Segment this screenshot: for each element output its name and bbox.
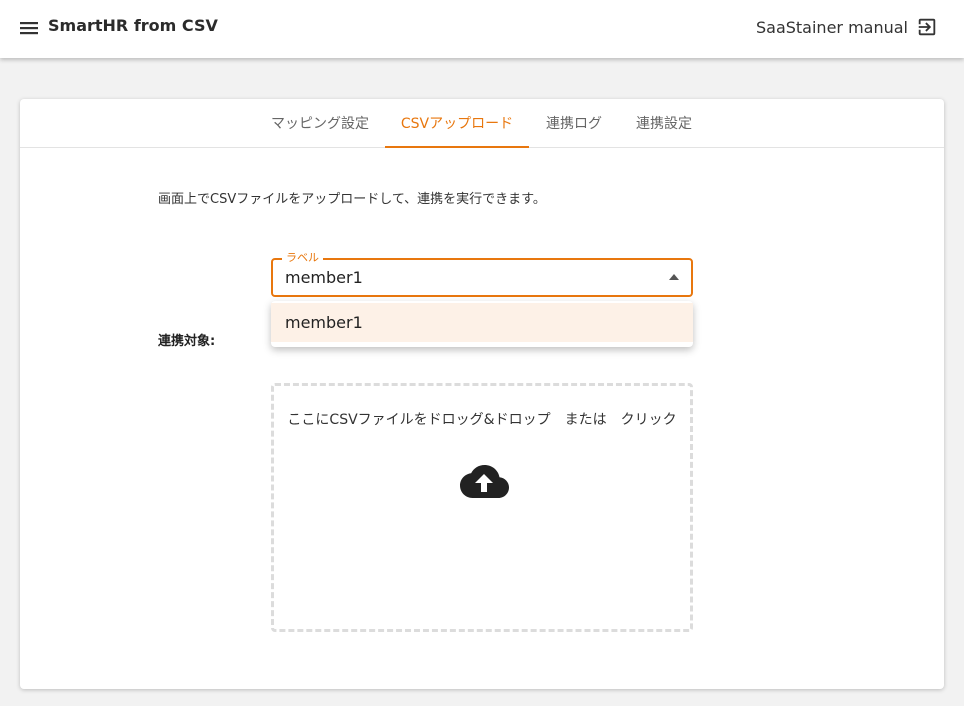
arrow-up-icon: [669, 274, 679, 280]
main-card: マッピング設定 CSVアップロード 連携ログ 連携設定 画面上でCSVファイルを…: [20, 99, 944, 689]
tab-bar: マッピング設定 CSVアップロード 連携ログ 連携設定: [20, 99, 944, 148]
menu-button[interactable]: [14, 14, 44, 42]
menu-icon: [20, 22, 38, 35]
select-label: ラベル: [282, 251, 323, 265]
page-description: 画面上でCSVファイルをアップロードして、連携を実行できます。: [158, 192, 546, 207]
sync-target-select[interactable]: ラベル member1: [271, 251, 693, 297]
tab-mapping-settings[interactable]: マッピング設定: [256, 99, 384, 147]
tab-sync-settings[interactable]: 連携設定: [620, 99, 708, 147]
tab-csv-upload[interactable]: CSVアップロード: [385, 99, 529, 148]
csv-drop-zone[interactable]: ここにCSVファイルをドロッグ&ドロップ または クリック: [271, 383, 693, 632]
drop-zone-instructions: ここにCSVファイルをドロッグ&ドロップ または クリック: [287, 412, 677, 428]
app-bar: SmartHR from CSV SaaStainer manual: [0, 0, 964, 58]
cloud-upload-icon: [460, 465, 509, 498]
exit-to-app-icon: [918, 18, 936, 36]
app-title: SmartHR from CSV: [48, 16, 218, 35]
select-dropdown-menu: member1: [271, 301, 693, 347]
select-value: member1: [285, 268, 363, 287]
sync-target-label: 連携対象:: [158, 334, 216, 349]
manual-link[interactable]: SaaStainer manual: [756, 12, 938, 42]
dropdown-option-member1[interactable]: member1: [271, 303, 693, 342]
tab-sync-log[interactable]: 連携ログ: [530, 99, 618, 147]
manual-link-label: SaaStainer manual: [755, 17, 908, 37]
